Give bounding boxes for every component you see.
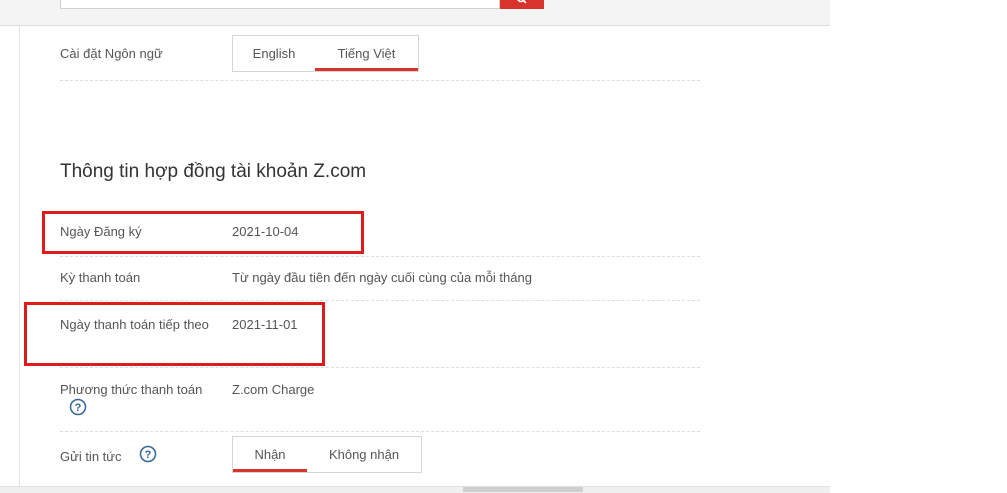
newsletter-toggle: Nhận Không nhận <box>232 436 422 473</box>
divider <box>60 80 700 81</box>
divider <box>60 300 700 301</box>
payment-method-label: Phương thức thanh toán <box>60 382 203 397</box>
language-toggle: English Tiếng Việt <box>232 35 419 72</box>
highlight-registration-date <box>42 211 364 254</box>
help-icon[interactable]: ? <box>139 445 157 463</box>
svg-text:?: ? <box>75 402 82 414</box>
language-label: Cài đặt Ngôn ngữ <box>60 46 163 61</box>
divider <box>60 367 700 368</box>
billing-period-label: Kỳ thanh toán <box>60 270 141 285</box>
svg-text:?: ? <box>145 449 152 461</box>
help-icon[interactable]: ? <box>69 398 87 416</box>
highlight-next-payment-date <box>24 302 325 366</box>
search-button[interactable] <box>500 0 544 9</box>
newsletter-option-receive[interactable]: Nhận <box>233 437 307 472</box>
top-bar <box>0 0 830 26</box>
newsletter-label: Gửi tin tức <box>60 449 122 464</box>
language-option-vietnamese[interactable]: Tiếng Việt <box>315 36 418 71</box>
search-icon <box>517 0 527 4</box>
search-input[interactable] <box>60 0 500 9</box>
divider <box>60 431 700 432</box>
scrollbar-thumb[interactable] <box>463 487 583 492</box>
newsletter-option-decline[interactable]: Không nhận <box>307 437 421 472</box>
divider <box>60 256 700 257</box>
payment-method-value: Z.com Charge <box>232 382 315 397</box>
language-option-english[interactable]: English <box>233 36 315 71</box>
section-title: Thông tin hợp đồng tài khoản Z.com <box>60 161 367 182</box>
right-margin <box>830 0 1007 492</box>
billing-period-value: Từ ngày đầu tiên đến ngày cuối cùng của … <box>232 270 532 285</box>
